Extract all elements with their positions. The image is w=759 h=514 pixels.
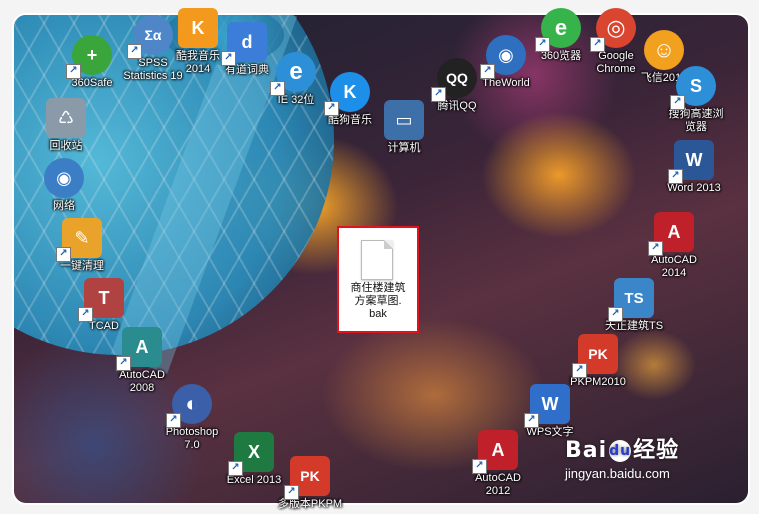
- shortcut-arrow-icon: ↗: [668, 169, 683, 184]
- wps-writer-icon: W ↗: [524, 384, 570, 428]
- watermark-brand-text: Bai: [565, 438, 608, 463]
- desktop-icon-autocad-2014[interactable]: A ↗ AutoCAD 2014: [634, 212, 714, 280]
- shortcut-arrow-icon: ↗: [166, 413, 181, 428]
- shortcut-arrow-icon: ↗: [284, 485, 299, 500]
- desktop-icon-autocad-2012[interactable]: A ↗ AutoCAD 2012: [458, 430, 538, 498]
- shortcut-arrow-icon: ↗: [524, 413, 539, 428]
- selected-file-bak[interactable]: 商住楼建筑 方案草图. bak: [337, 226, 419, 333]
- desktop-icon-pkpm-multi[interactable]: PK ↗ 多版本PKPM: [270, 456, 350, 511]
- desktop-icon-word-2013[interactable]: W ↗ Word 2013: [654, 140, 734, 195]
- shortcut-arrow-icon: ↗: [270, 81, 285, 96]
- shortcut-arrow-icon: ↗: [608, 307, 623, 322]
- icon-label: AutoCAD 2014: [651, 254, 697, 279]
- tcad-icon: T ↗: [78, 278, 124, 322]
- desktop-icon-pkpm2010[interactable]: PK ↗ PKPM2010: [558, 334, 638, 389]
- icon-label: AutoCAD 2012: [475, 472, 521, 497]
- shortcut-arrow-icon: ↗: [78, 307, 93, 322]
- icon-label: 天正建筑TS: [604, 320, 664, 332]
- word-icon: W ↗: [668, 140, 714, 184]
- icon-label: TheWorld: [482, 77, 530, 89]
- shortcut-arrow-icon: ↗: [480, 64, 495, 79]
- baidu-jingyan-watermark: Bai du经验 jingyan.baidu.com: [565, 432, 679, 481]
- watermark-url: jingyan.baidu.com: [565, 466, 670, 481]
- icon-label: 计算机: [387, 142, 421, 154]
- desktop-icon-one-click-clean[interactable]: ✎ ↗ 一键清理: [42, 218, 122, 273]
- icon-label: 一键清理: [60, 260, 104, 272]
- shortcut-arrow-icon: ↗: [670, 95, 685, 110]
- 360-browser-icon: e ↗: [535, 8, 581, 52]
- autocad-icon: A ↗: [116, 327, 162, 371]
- screenshot-frame: + ↗ 360Safe Σα ↗ SPSS Statistics 19 K 酷我音乐…: [0, 0, 759, 514]
- desktop-icon-tangent-ts[interactable]: TS ↗ 天正建筑TS: [594, 278, 674, 333]
- shortcut-arrow-icon: ↗: [472, 459, 487, 474]
- shortcut-arrow-icon: ↗: [324, 101, 339, 116]
- icon-label: PKPM2010: [570, 376, 626, 388]
- shortcut-arrow-icon: ↗: [127, 44, 142, 59]
- shortcut-arrow-icon: ↗: [648, 241, 663, 256]
- shortcut-arrow-icon: ↗: [56, 247, 71, 262]
- icon-label: 搜狗高速浏 览器: [668, 108, 724, 133]
- network-icon: ◉: [44, 158, 84, 198]
- desktop-icon-wps-writer[interactable]: W ↗ WPS文字: [510, 384, 590, 439]
- icon-label: Word 2013: [667, 182, 721, 194]
- fetion-icon: ☺: [644, 30, 684, 70]
- shortcut-arrow-icon: ↗: [572, 363, 587, 378]
- desktop-icon-network[interactable]: ◉ 网络: [24, 158, 104, 213]
- desktop-icon-recycle-bin[interactable]: ♺ 回收站: [26, 98, 106, 153]
- pkpm-icon: PK ↗: [284, 456, 330, 500]
- blank-file-icon: [361, 240, 393, 280]
- paw-icon: du: [609, 440, 632, 462]
- photoshop-eye-icon: ◐ ↗: [166, 384, 212, 428]
- theworld-globe-icon: ◉ ↗: [480, 35, 526, 79]
- shortcut-arrow-icon: ↗: [116, 356, 131, 371]
- tangent-ts-icon: TS ↗: [608, 278, 654, 322]
- file-name-label: 商住楼建筑 方案草图. bak: [350, 282, 406, 320]
- shortcut-arrow-icon: ↗: [221, 51, 236, 66]
- 360safe-icon: + ↗: [66, 35, 112, 79]
- sogou-browser-icon: S ↗: [670, 66, 716, 110]
- shortcut-arrow-icon: ↗: [590, 37, 605, 52]
- icon-label: 网络: [53, 200, 75, 212]
- shortcut-arrow-icon: ↗: [66, 64, 81, 79]
- recycle-bin-icon: ♺: [46, 98, 86, 138]
- icon-label: 腾讯QQ: [437, 100, 477, 112]
- watermark-brand: Bai du经验: [565, 432, 679, 464]
- pkpm-icon: PK ↗: [572, 334, 618, 378]
- broom-icon: ✎ ↗: [56, 218, 102, 262]
- desktop-icon-sogou-browser[interactable]: S ↗ 搜狗高速浏 览器: [656, 66, 736, 134]
- icon-label: 多版本PKPM: [277, 498, 343, 510]
- autocad-icon: A ↗: [648, 212, 694, 256]
- shortcut-arrow-icon: ↗: [228, 461, 243, 476]
- shortcut-arrow-icon: ↗: [431, 87, 446, 102]
- desktop-icon-tcad[interactable]: T ↗ TCAD: [64, 278, 144, 333]
- excel-icon: X ↗: [228, 432, 274, 476]
- icon-label: 回收站: [49, 140, 83, 152]
- watermark-suffix: 经验: [633, 438, 680, 463]
- shortcut-arrow-icon: ↗: [535, 37, 550, 52]
